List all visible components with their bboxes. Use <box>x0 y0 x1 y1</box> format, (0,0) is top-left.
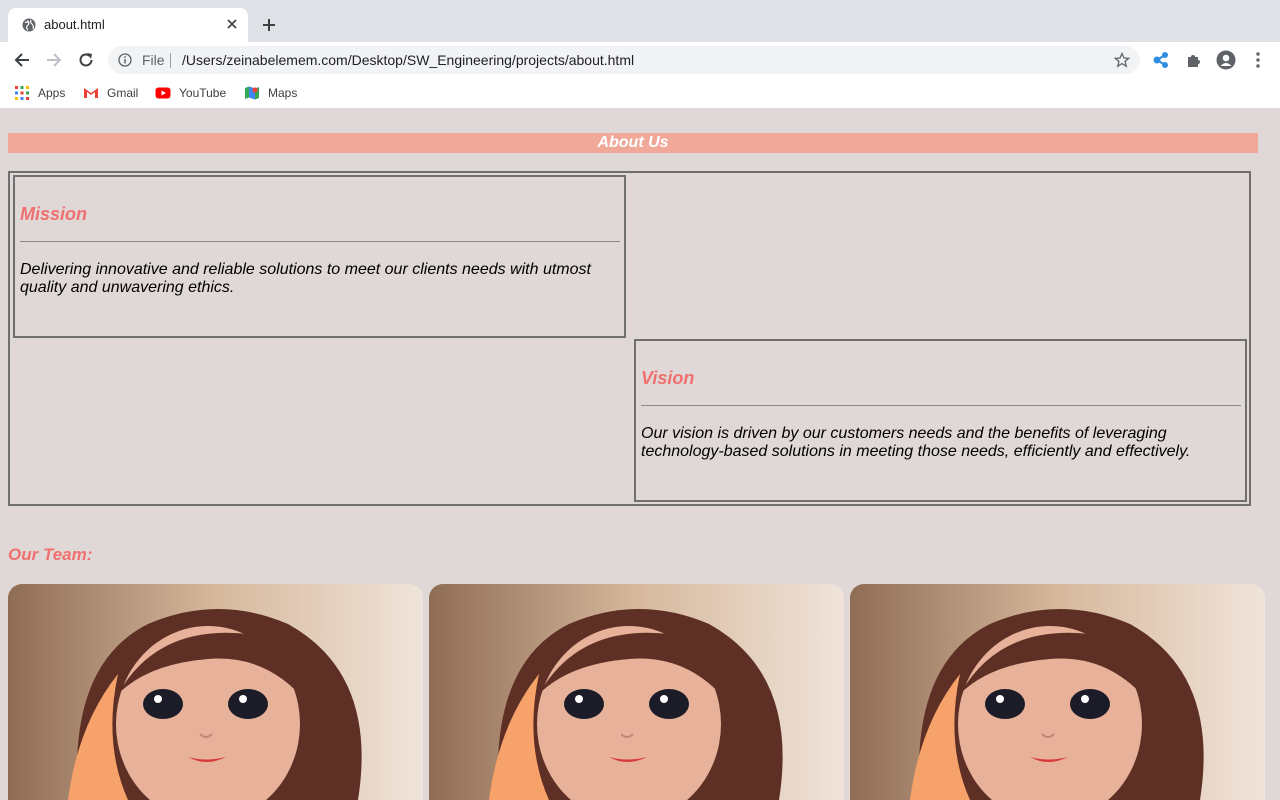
address-bar[interactable]: File /Users/zeinabelemem.com/Desktop/SW_… <box>108 46 1140 74</box>
bookmark-label: Maps <box>268 86 298 100</box>
tab-strip: about.html <box>0 0 1280 42</box>
bookmark-apps[interactable]: Apps <box>14 84 65 102</box>
reload-icon[interactable] <box>77 51 95 69</box>
our-team-heading: Our Team: <box>8 545 93 564</box>
gmail-icon <box>84 88 98 98</box>
menu-kebab-icon[interactable] <box>1251 51 1265 69</box>
extension-share-icon[interactable] <box>1152 51 1170 69</box>
extensions-puzzle-icon[interactable] <box>1185 51 1203 69</box>
youtube-icon <box>155 87 171 99</box>
vision-divider <box>641 405 1241 406</box>
mission-divider <box>20 241 620 242</box>
maps-icon <box>245 86 259 100</box>
info-icon[interactable] <box>118 53 132 67</box>
vision-text: Our vision is driven by our customers ne… <box>641 425 1191 460</box>
globe-icon <box>22 18 36 32</box>
url-text[interactable]: /Users/zeinabelemem.com/Desktop/SW_Engin… <box>182 52 634 68</box>
forward-arrow-icon[interactable] <box>45 51 63 69</box>
vision-heading: Vision <box>641 368 695 388</box>
bookmarks-bar: Apps Gmail YouTube Maps <box>0 78 1280 109</box>
bookmark-star-icon[interactable] <box>1114 52 1130 68</box>
tab-title: about.html <box>44 17 105 32</box>
new-tab-icon[interactable] <box>260 16 278 34</box>
file-scheme-label: File <box>142 52 165 68</box>
close-icon[interactable] <box>224 16 240 32</box>
bookmark-label: Apps <box>38 86 66 100</box>
about-us-banner: About Us <box>8 133 1258 153</box>
back-arrow-icon[interactable] <box>13 51 31 69</box>
profile-avatar-icon[interactable] <box>1216 50 1236 70</box>
omnibox-separator <box>170 53 171 68</box>
apps-grid-icon <box>15 86 29 100</box>
mission-text: Delivering innovative and reliable solut… <box>20 261 591 296</box>
bookmark-label: YouTube <box>179 86 227 100</box>
mission-vision-table: Mission Delivering innovative and reliab… <box>8 171 1251 506</box>
mission-heading: Mission <box>20 204 88 224</box>
team-member-photo <box>850 584 1265 800</box>
bookmark-gmail[interactable]: Gmail <box>83 84 138 102</box>
browser-tab[interactable]: about.html <box>8 8 248 42</box>
vision-card: Vision Our vision is driven by our custo… <box>634 339 1247 502</box>
mission-card: Mission Delivering innovative and reliab… <box>13 175 626 338</box>
bookmark-youtube[interactable]: YouTube <box>155 84 226 102</box>
team-member-photo <box>429 584 844 800</box>
team-member-photo <box>8 584 423 800</box>
bookmark-label: Gmail <box>107 86 139 100</box>
bookmark-maps[interactable]: Maps <box>244 84 297 102</box>
page-content: About Us Mission Delivering innovative a… <box>0 109 1280 800</box>
browser-toolbar: File /Users/zeinabelemem.com/Desktop/SW_… <box>0 42 1280 78</box>
